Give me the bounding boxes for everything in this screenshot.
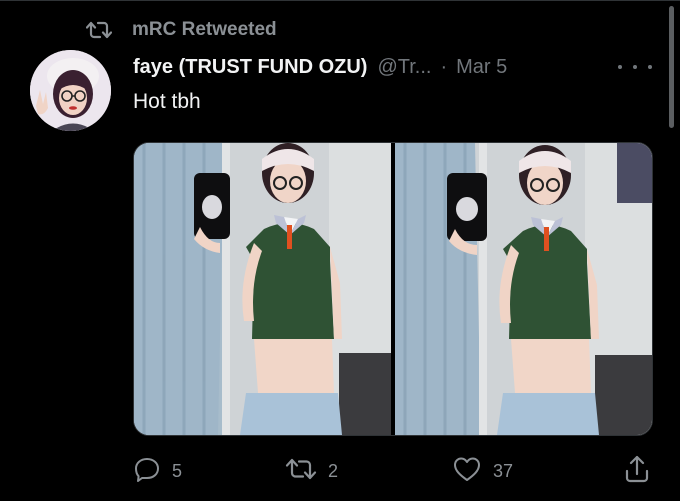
tweet-date[interactable]: Mar 5 (456, 56, 507, 79)
scrollbar[interactable] (669, 6, 674, 128)
tweet-photo-2[interactable] (395, 143, 652, 435)
more-dot (648, 65, 652, 69)
like-count: 37 (493, 460, 514, 481)
more-icon[interactable] (618, 57, 652, 77)
share-button[interactable] (623, 454, 651, 488)
reply-icon (133, 455, 161, 488)
action-bar: 5 2 37 (133, 454, 653, 488)
avatar[interactable] (30, 50, 111, 131)
reply-count: 5 (172, 460, 183, 481)
display-name[interactable]: faye (TRUST FUND OZU) (133, 56, 367, 79)
tweet-header: faye (TRUST FUND OZU) @Tr... · Mar 5 (133, 53, 507, 81)
tweet-text: Hot tbh (133, 90, 201, 113)
retweet-button[interactable]: 2 (285, 454, 338, 488)
reply-button[interactable]: 5 (133, 454, 182, 488)
retweet-icon (285, 456, 317, 487)
retweet-context: mRC Retweeted (86, 17, 277, 43)
retweet-label[interactable]: mRC Retweeted (132, 19, 277, 41)
tweet-photo-1[interactable] (134, 143, 391, 435)
like-icon (452, 455, 482, 488)
share-icon (623, 454, 651, 489)
retweet-icon (86, 19, 112, 41)
divider (0, 0, 680, 1)
more-dot (633, 65, 637, 69)
retweet-count: 2 (328, 460, 339, 481)
more-dot (618, 65, 622, 69)
separator-dot: · (440, 55, 448, 78)
user-handle[interactable]: @Tr... (377, 56, 431, 79)
like-button[interactable]: 37 (452, 454, 513, 488)
media-grid (133, 142, 653, 436)
